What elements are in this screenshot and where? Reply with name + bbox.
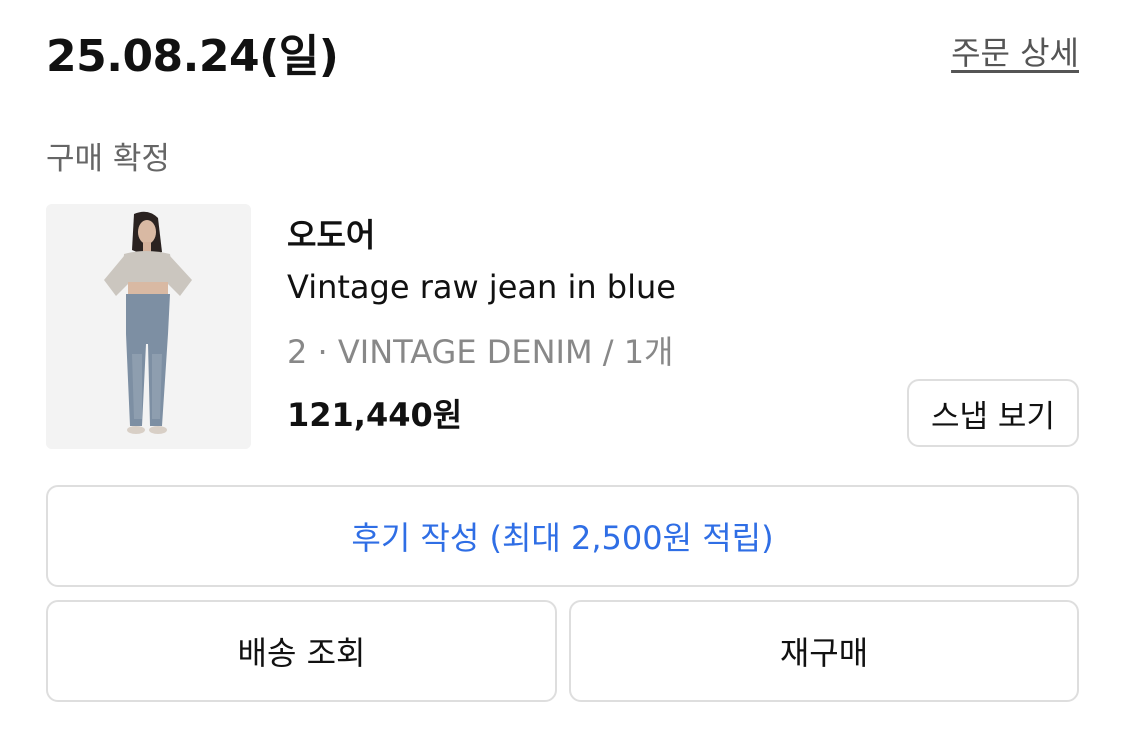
write-review-button[interactable]: 후기 작성 (최대 2,500원 적립) <box>46 485 1079 587</box>
rebuy-button[interactable]: 재구매 <box>569 600 1079 702</box>
view-snap-button[interactable]: 스냅 보기 <box>907 379 1079 447</box>
product-photo-icon <box>46 204 251 449</box>
product-price: 121,440원 <box>287 396 463 434</box>
product-option: 2 · VINTAGE DENIM / 1개 <box>287 333 674 371</box>
order-date: 25.08.24(일) <box>46 31 339 82</box>
order-status: 구매 확정 <box>46 141 170 177</box>
product-name[interactable]: Vintage raw jean in blue <box>287 268 676 306</box>
track-delivery-button[interactable]: 배송 조회 <box>46 600 557 702</box>
product-thumbnail[interactable] <box>46 204 251 449</box>
order-detail-link[interactable]: 주문 상세 <box>951 28 1079 74</box>
product-brand[interactable]: 오도어 <box>287 210 375 256</box>
